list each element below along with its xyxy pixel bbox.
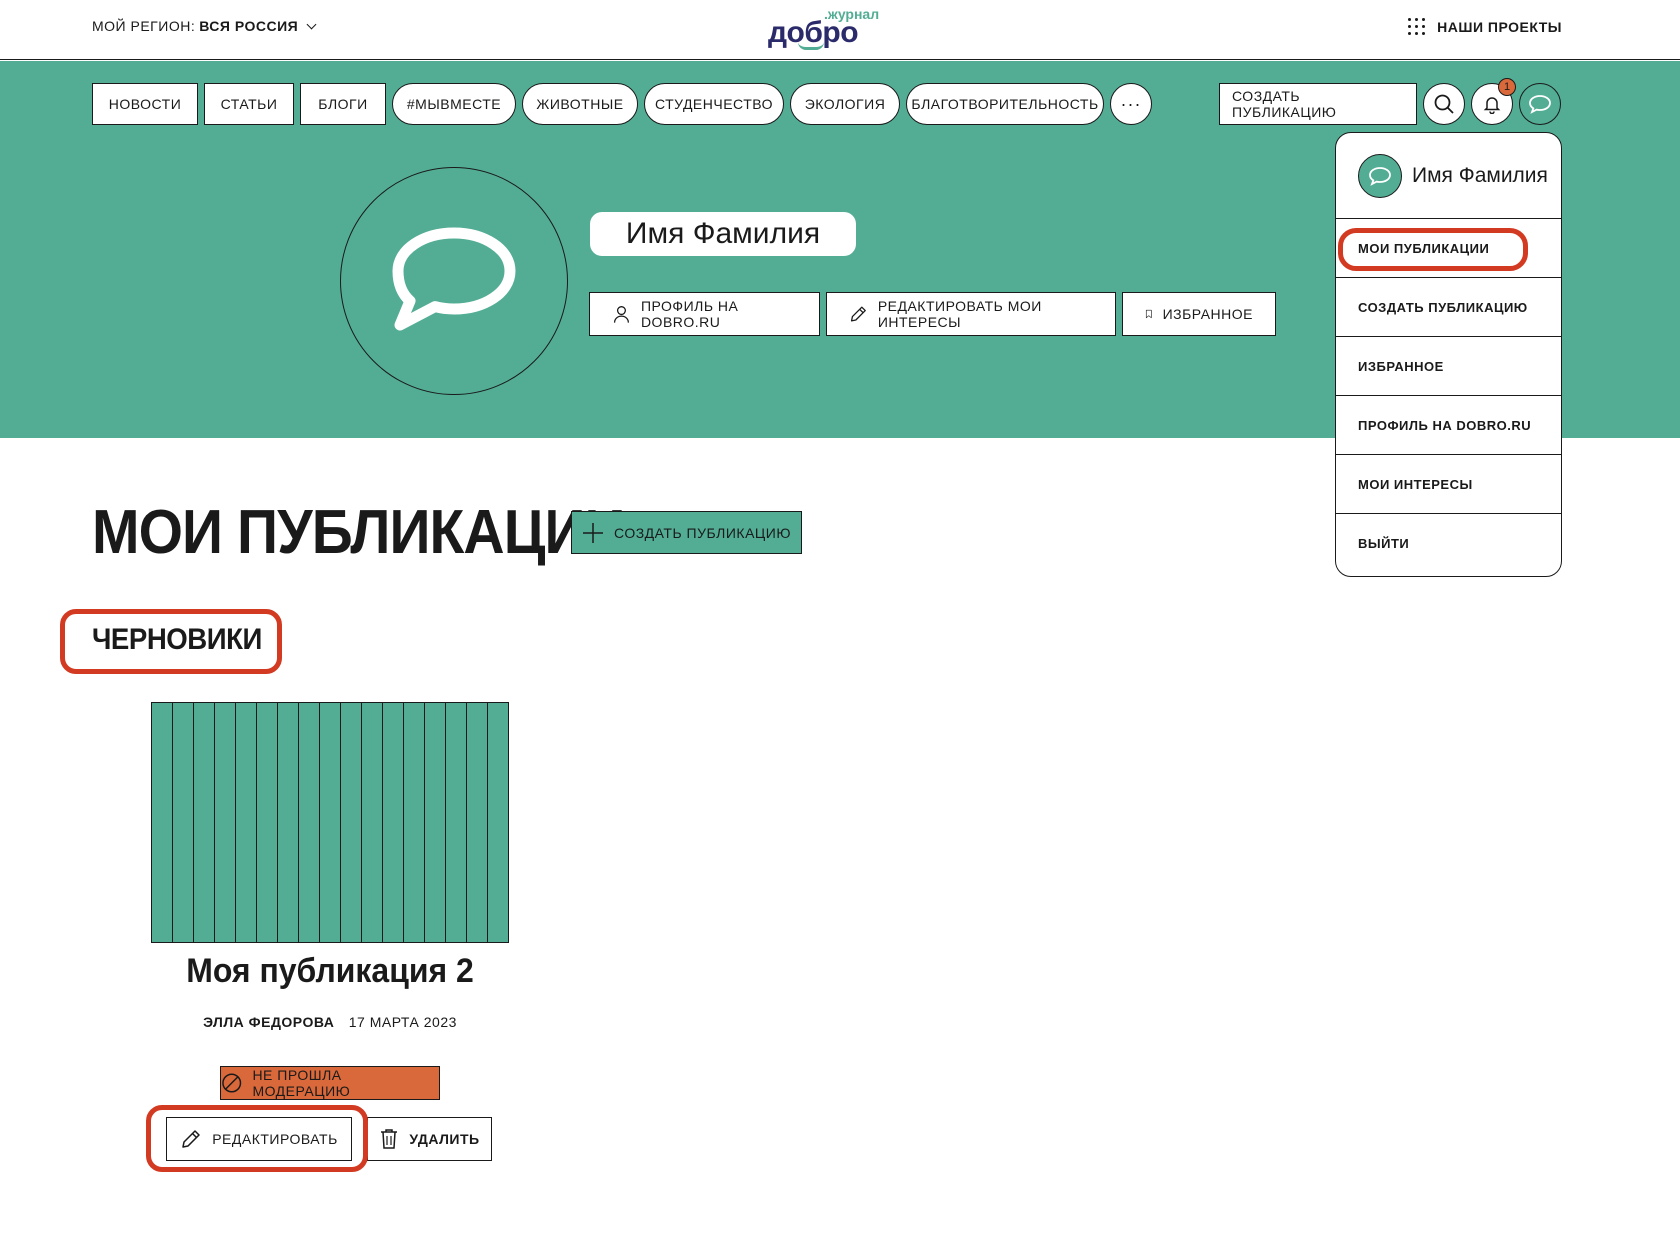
create-publication-button[interactable]: СОЗДАТЬ ПУБЛИКАЦИЮ — [571, 511, 802, 554]
edit-publication-label: РЕДАКТИРОВАТЬ — [212, 1131, 338, 1147]
favorites-label: ИЗБРАННОЕ — [1162, 306, 1253, 322]
notifications-button[interactable]: 1 — [1471, 78, 1516, 125]
dropdown-item-profile[interactable]: ПРОФИЛЬ НА DOBRO.RU — [1336, 396, 1561, 455]
user-dropdown-menu: Имя Фамилия МОИ ПУБЛИКАЦИИ СОЗДАТЬ ПУБЛИ… — [1335, 132, 1562, 577]
plus-icon — [583, 522, 604, 543]
dropdown-item-create-publication[interactable]: СОЗДАТЬ ПУБЛИКАЦИЮ — [1336, 278, 1561, 337]
create-publication-nav-button[interactable]: СОЗДАТЬ ПУБЛИКАЦИЮ — [1219, 83, 1417, 125]
forbidden-icon — [222, 1073, 242, 1093]
logo[interactable]: добро .журнал — [768, 4, 888, 54]
publication-author: ЭЛЛА ФЕДОРОВА — [203, 1014, 335, 1030]
chat-bubble-icon — [1369, 166, 1391, 186]
edit-interests-button[interactable]: РЕДАКТИРОВАТЬ МОИ ИНТЕРЕСЫ — [826, 292, 1116, 336]
nav-item-students[interactable]: СТУДЕНЧЕСТВО — [644, 83, 784, 125]
publication-meta: ЭЛЛА ФЕДОРОВА 17 МАРТА 2023 — [151, 1014, 509, 1030]
dropdown-item-my-publications[interactable]: МОИ ПУБЛИКАЦИИ — [1336, 219, 1561, 278]
nav-item-ecology[interactable]: ЭКОЛОГИЯ — [790, 83, 900, 125]
profile-link-label: ПРОФИЛЬ НА DOBRO.RU — [640, 298, 739, 330]
dropdown-item-logout[interactable]: ВЫЙТИ — [1336, 514, 1561, 573]
pencil-icon — [182, 1130, 200, 1148]
nav-item-together[interactable]: #МЫВМЕСТЕ — [392, 83, 516, 125]
publication-title[interactable]: Моя публикация 2 — [162, 952, 499, 991]
delete-publication-label: УДАЛИТЬ — [409, 1131, 480, 1147]
create-publication-label: СОЗДАТЬ ПУБЛИКАЦИЮ — [614, 524, 791, 541]
our-projects-link[interactable]: НАШИ ПРОЕКТЫ — [1408, 18, 1562, 35]
nav-item-articles[interactable]: СТАТЬИ — [204, 83, 294, 125]
trash-icon — [381, 1129, 398, 1149]
bookmark-icon — [1145, 309, 1152, 319]
nav-item-animals[interactable]: ЖИВОТНЫЕ — [522, 83, 638, 125]
delete-publication-button[interactable]: УДАЛИТЬ — [367, 1117, 492, 1161]
search-icon — [1434, 94, 1454, 114]
top-bar: МОЙ РЕГИОН: ВСЯ РОССИЯ добро .журнал НАШ… — [0, 0, 1680, 60]
chat-bubble-icon — [392, 227, 516, 331]
nav-item-blogs[interactable]: БЛОГИ — [300, 83, 386, 125]
dropdown-item-interests[interactable]: МОИ ИНТЕРЕСЫ — [1336, 455, 1561, 514]
notification-badge: 1 — [1498, 78, 1516, 96]
user-menu-button[interactable] — [1519, 83, 1561, 125]
moderation-status-label: НЕ ПРОШЛА МОДЕРАЦИЮ — [252, 1067, 351, 1099]
chat-bubble-icon — [1529, 95, 1551, 114]
chevron-down-icon — [306, 19, 317, 29]
drafts-section-title: ЧЕРНОВИКИ — [92, 623, 262, 656]
edit-publication-button[interactable]: РЕДАКТИРОВАТЬ — [166, 1117, 352, 1161]
nav-item-news[interactable]: НОВОСТИ — [92, 83, 198, 125]
publication-cover[interactable] — [151, 702, 509, 943]
grid-icon — [1408, 18, 1426, 35]
nav-more-button[interactable]: ··· — [1110, 83, 1152, 125]
profile-actions: ПРОФИЛЬ НА DOBRO.RU РЕДАКТИРОВАТЬ МОИ ИН… — [589, 292, 1276, 336]
dropdown-user-name: Имя Фамилия — [1412, 163, 1548, 187]
logo-smile — [798, 42, 824, 50]
nav-item-charity[interactable]: БЛАГОТВОРИТЕЛЬНОСТЬ — [906, 83, 1104, 125]
region-label: МОЙ РЕГИОН: — [92, 18, 196, 34]
page-title: МОИ ПУБЛИКАЦИИ — [92, 498, 626, 567]
region-selector[interactable]: МОЙ РЕГИОН: ВСЯ РОССИЯ — [92, 18, 317, 34]
profile-avatar — [340, 167, 568, 395]
dropdown-item-favorites[interactable]: ИЗБРАННОЕ — [1336, 337, 1561, 396]
header-actions: СОЗДАТЬ ПУБЛИКАЦИЮ 1 — [1219, 78, 1561, 125]
dropdown-avatar — [1358, 153, 1402, 198]
projects-label: НАШИ ПРОЕКТЫ — [1437, 18, 1562, 35]
search-button[interactable] — [1423, 83, 1465, 125]
dropdown-header: Имя Фамилия — [1336, 133, 1561, 219]
user-icon — [613, 306, 630, 323]
category-nav: НОВОСТИ СТАТЬИ БЛОГИ #МЫВМЕСТЕ ЖИВОТНЫЕ … — [92, 83, 1152, 125]
region-value: ВСЯ РОССИЯ — [199, 18, 299, 34]
edit-interests-label: РЕДАКТИРОВАТЬ МОИ ИНТЕРЕСЫ — [877, 298, 1042, 330]
publication-date: 17 МАРТА 2023 — [348, 1014, 457, 1030]
favorites-button[interactable]: ИЗБРАННОЕ — [1122, 292, 1276, 336]
moderation-status-badge: НЕ ПРОШЛА МОДЕРАЦИЮ — [220, 1066, 440, 1100]
bell-icon — [1483, 97, 1501, 114]
logo-sub: .журнал — [824, 6, 880, 22]
profile-link-button[interactable]: ПРОФИЛЬ НА DOBRO.RU — [589, 292, 820, 336]
pencil-icon — [850, 306, 866, 322]
profile-name: Имя Фамилия — [590, 212, 856, 256]
